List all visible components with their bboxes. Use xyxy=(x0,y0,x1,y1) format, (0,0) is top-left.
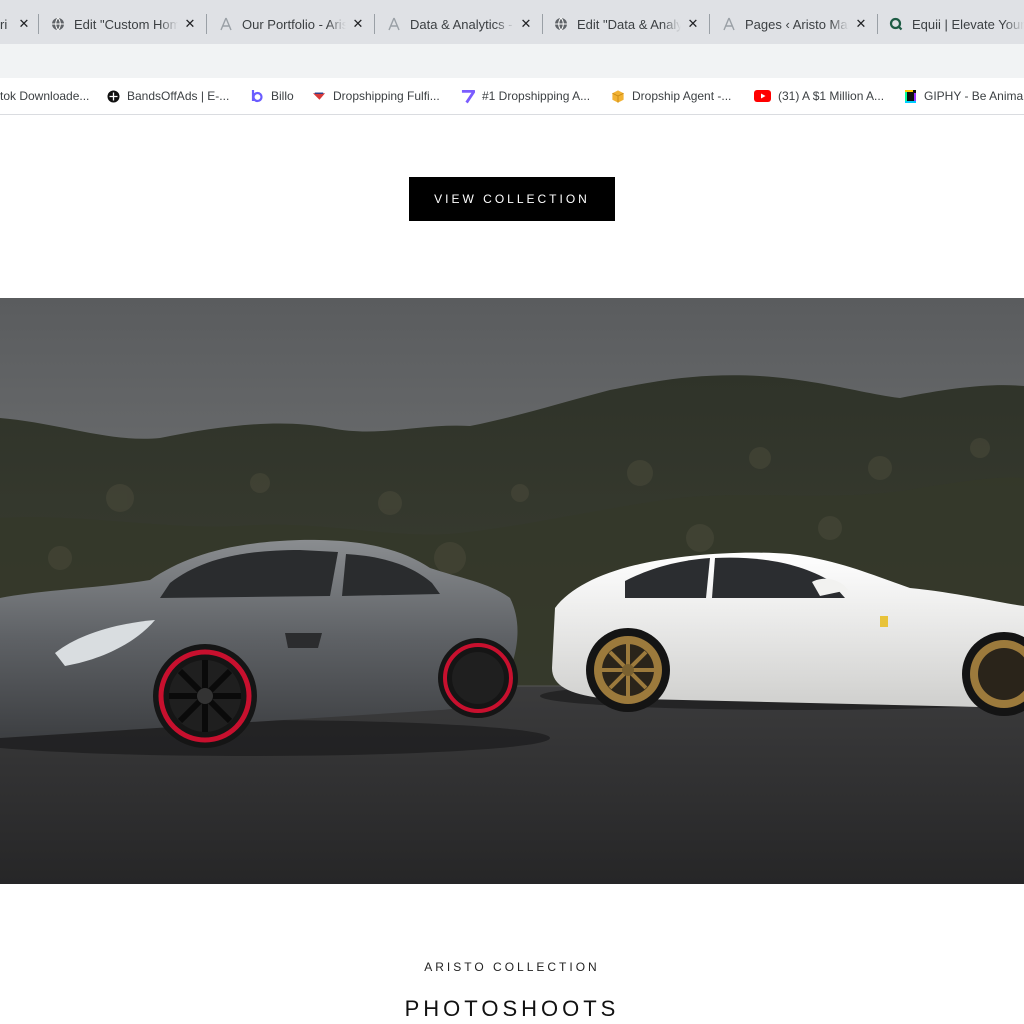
dropshipping-fulfillment-icon xyxy=(312,89,326,103)
browser-tab[interactable]: Edit "Custom Home ✕ xyxy=(50,9,198,39)
billo-icon xyxy=(250,89,264,103)
browser-toolbar xyxy=(0,44,1024,78)
bookmark-item[interactable]: tok Downloade... xyxy=(0,87,89,105)
dropship-agent-icon xyxy=(611,89,625,103)
tab-divider xyxy=(38,14,39,34)
bookmark-item[interactable]: GIPHY - Be Anima xyxy=(903,87,1023,105)
browser-tab[interactable]: ri ✕ xyxy=(0,9,32,39)
cars-photo xyxy=(0,298,1024,884)
close-icon[interactable]: ✕ xyxy=(685,16,701,32)
bookmarks-bar: tok Downloade... BandsOffAds | E-... Bil… xyxy=(0,78,1024,115)
bookmark-label: BandsOffAds | E-... xyxy=(127,89,230,103)
bookmark-label: GIPHY - Be Anima xyxy=(924,89,1024,103)
bookmark-label: tok Downloade... xyxy=(0,89,90,103)
bookmark-label: Dropshipping Fulfi... xyxy=(333,89,440,103)
tab-divider xyxy=(709,14,710,34)
bookmark-label: Dropship Agent -... xyxy=(632,89,732,103)
globe-icon xyxy=(553,16,569,32)
tab-divider xyxy=(374,14,375,34)
bookmark-label: (31) A $1 Million A... xyxy=(778,89,885,103)
bookmark-item[interactable]: Billo xyxy=(250,87,294,105)
bookmark-item[interactable]: Dropshipping Fulfi... xyxy=(312,87,440,105)
bookmark-label: #1 Dropshipping A... xyxy=(482,89,591,103)
tab-title: Data & Analytics - A xyxy=(410,16,514,32)
hero-image xyxy=(0,298,1024,884)
tab-title: Our Portfolio - Aris xyxy=(242,16,346,32)
browser-tab[interactable]: Edit "Data & Analyt ✕ xyxy=(553,9,701,39)
bookmark-item[interactable]: #1 Dropshipping A... xyxy=(461,87,590,105)
bookmark-item[interactable]: (31) A $1 Million A... xyxy=(754,87,884,105)
bookmark-item[interactable]: Dropship Agent -... xyxy=(611,87,731,105)
tab-title: ri xyxy=(0,16,8,32)
globe-icon xyxy=(50,16,66,32)
tab-divider xyxy=(206,14,207,34)
bandsoffads-icon xyxy=(106,89,120,103)
tab-divider xyxy=(542,14,543,34)
giphy-icon xyxy=(903,89,917,103)
youtube-icon xyxy=(754,89,771,103)
close-icon[interactable]: ✕ xyxy=(853,16,869,32)
browser-tab[interactable]: Equii | Elevate Your xyxy=(888,9,1024,39)
section-eyebrow: ARISTO COLLECTION xyxy=(424,960,600,974)
bookmark-label: Billo xyxy=(271,89,294,103)
bookmark-item[interactable]: BandsOffAds | E-... xyxy=(106,87,229,105)
tab-title: Pages ‹ Aristo Mark xyxy=(745,16,849,32)
tab-title: Edit "Data & Analyt xyxy=(577,16,681,32)
dropshipping-app-icon xyxy=(461,89,475,103)
browser-tab[interactable]: Data & Analytics - A ✕ xyxy=(386,9,534,39)
aristo-logo-icon xyxy=(721,16,737,32)
equii-icon xyxy=(888,16,904,32)
browser-tab[interactable]: Our Portfolio - Aris ✕ xyxy=(218,9,366,39)
tab-title: Equii | Elevate Your xyxy=(912,16,1024,32)
aristo-logo-icon xyxy=(218,16,234,32)
browser-tab-strip: ri ✕ Edit "Custom Home ✕ Our Portfolio -… xyxy=(0,0,1024,44)
close-icon[interactable]: ✕ xyxy=(182,16,198,32)
aristo-logo-icon xyxy=(386,16,402,32)
close-icon[interactable]: ✕ xyxy=(16,16,32,32)
close-icon[interactable]: ✕ xyxy=(350,16,366,32)
view-collection-button[interactable]: VIEW COLLECTION xyxy=(409,177,615,221)
section-title: PHOTOSHOOTS xyxy=(404,996,620,1021)
tab-title: Edit "Custom Home xyxy=(74,16,178,32)
close-icon[interactable]: ✕ xyxy=(518,16,534,32)
tab-divider xyxy=(877,14,878,34)
browser-tab[interactable]: Pages ‹ Aristo Mark ✕ xyxy=(721,9,869,39)
